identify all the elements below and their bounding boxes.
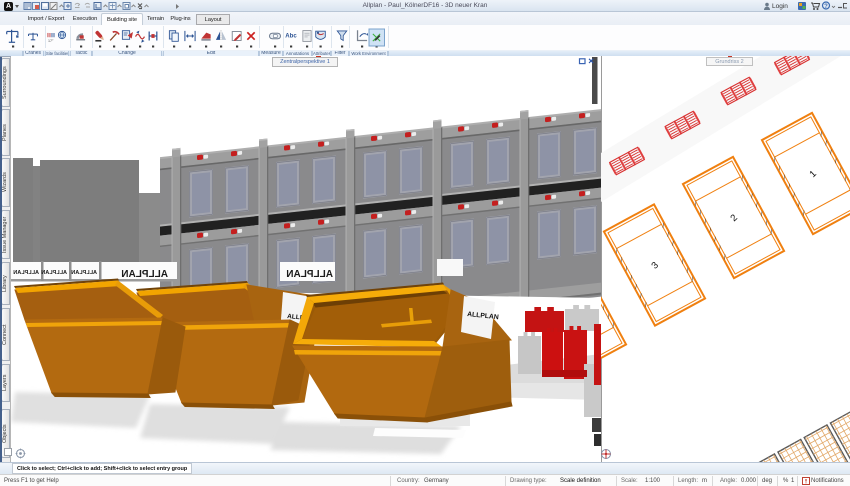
svg-text:ALLPLAN: ALLPLAN: [121, 269, 168, 280]
svg-text:?: ?: [824, 4, 828, 10]
svg-text:ALLPLAN: ALLPLAN: [41, 270, 67, 276]
svg-text:ALLPLAN: ALLPLAN: [71, 270, 97, 276]
svg-text:ALLPLAN: ALLPLAN: [13, 270, 39, 276]
svg-text:17°: 17°: [48, 39, 54, 43]
svg-text:Abc: Abc: [285, 34, 297, 40]
svg-text:ALLPLAN: ALLPLAN: [286, 269, 333, 280]
